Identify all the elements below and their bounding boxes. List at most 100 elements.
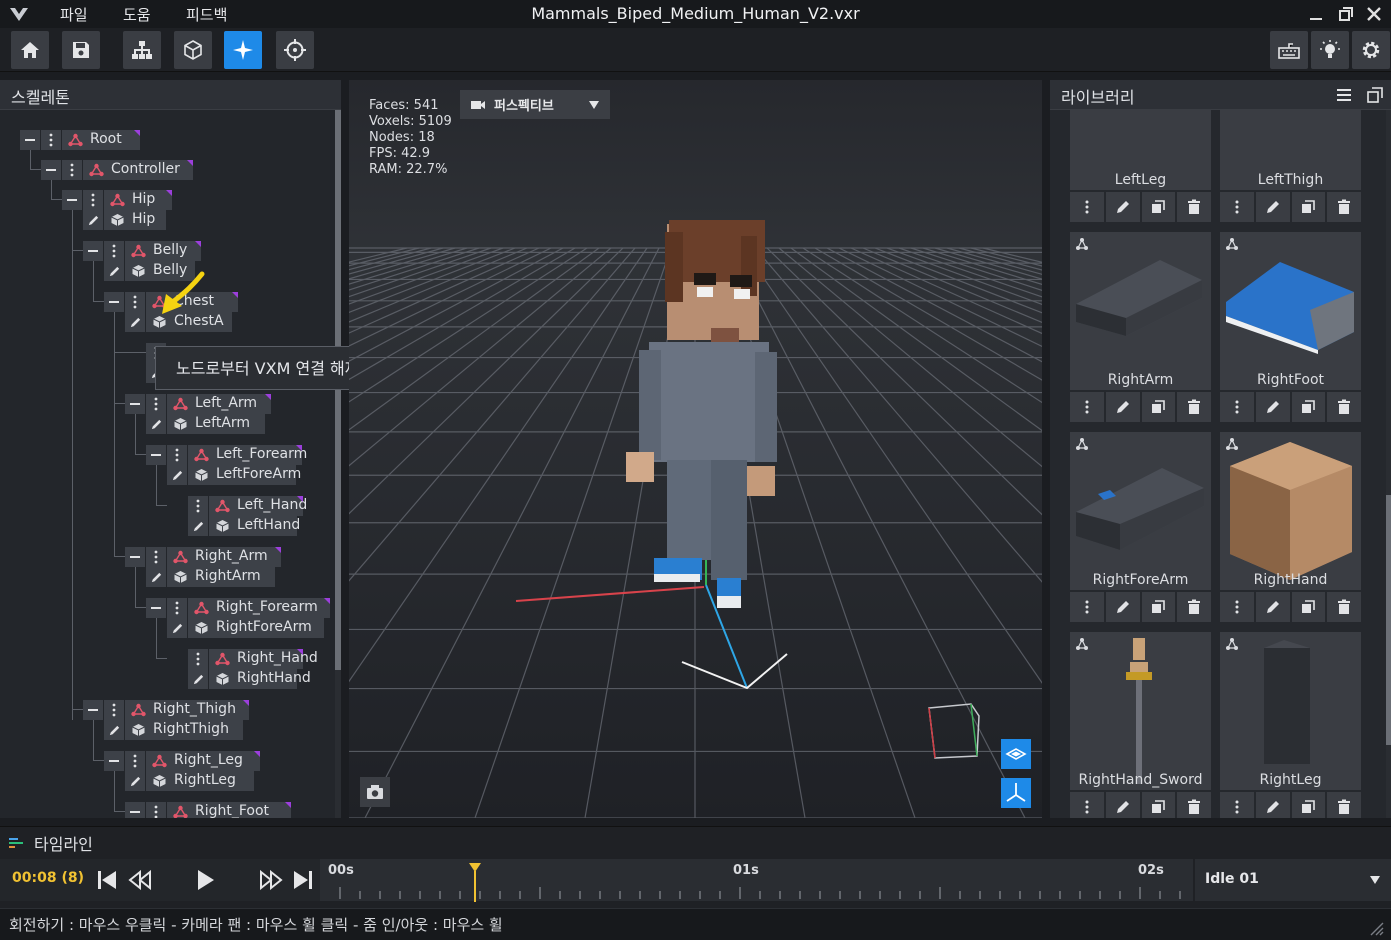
- library-scrollbar-thumb[interactable]: [1386, 495, 1391, 745]
- node-menu-button[interactable]: [104, 241, 124, 261]
- animation-select[interactable]: Idle 01: [1195, 859, 1391, 901]
- item-edit-button[interactable]: [1105, 792, 1140, 818]
- mesh-node[interactable]: Hip: [104, 210, 166, 230]
- node-menu-button[interactable]: [83, 190, 103, 210]
- node-menu-button[interactable]: [125, 292, 145, 312]
- item-menu-button[interactable]: [1220, 792, 1254, 818]
- item-menu-button[interactable]: [1070, 192, 1104, 222]
- library-item[interactable]: LeftLeg: [1070, 110, 1211, 222]
- light-button[interactable]: [1311, 31, 1349, 69]
- bone-node[interactable]: Controller: [83, 160, 193, 180]
- bone-node[interactable]: Left_Forearm: [188, 445, 307, 465]
- item-delete-button[interactable]: [1177, 192, 1211, 222]
- library-thumbnail[interactable]: LeftLeg: [1070, 110, 1211, 190]
- skeleton-scrollbar-thumb[interactable]: [335, 110, 341, 670]
- mesh-node[interactable]: LeftForeArm: [188, 465, 301, 485]
- node-menu-button[interactable]: [125, 751, 145, 771]
- item-duplicate-button[interactable]: [1291, 192, 1326, 222]
- camera-mode-select[interactable]: 퍼스펙티브: [460, 90, 610, 119]
- library-thumbnail[interactable]: RightHand: [1220, 432, 1361, 590]
- library-item[interactable]: RightHand_Sword: [1070, 632, 1211, 818]
- cube-button[interactable]: [174, 31, 212, 69]
- item-edit-button[interactable]: [1255, 392, 1290, 422]
- keyboard-button[interactable]: [1270, 31, 1308, 69]
- 3d-viewport[interactable]: Faces: 541 Voxels: 5109 Nodes: 18 FPS: 4…: [349, 80, 1042, 818]
- collapse-button[interactable]: [104, 292, 124, 312]
- edit-mesh-button[interactable]: [125, 771, 145, 791]
- item-menu-button[interactable]: [1070, 792, 1104, 818]
- bone-node[interactable]: Right_Foot: [167, 802, 291, 818]
- node-menu-button[interactable]: [62, 160, 82, 180]
- target-button[interactable]: [276, 31, 314, 69]
- collapse-button[interactable]: [83, 700, 103, 720]
- bone-node[interactable]: Right_Hand: [209, 649, 318, 669]
- item-delete-button[interactable]: [1327, 792, 1361, 818]
- node-menu-button[interactable]: [146, 802, 166, 818]
- library-item[interactable]: RightArm: [1070, 232, 1211, 422]
- item-duplicate-button[interactable]: [1291, 792, 1326, 818]
- edit-mesh-button[interactable]: [188, 516, 208, 536]
- collapse-button[interactable]: [41, 160, 61, 180]
- item-menu-button[interactable]: [1220, 192, 1254, 222]
- edit-mesh-button[interactable]: [146, 414, 166, 434]
- step-back-icon[interactable]: [127, 868, 153, 892]
- mesh-node[interactable]: RightForeArm: [188, 618, 324, 638]
- item-delete-button[interactable]: [1177, 792, 1211, 818]
- library-item[interactable]: RightLeg: [1220, 632, 1361, 818]
- item-edit-button[interactable]: [1105, 392, 1140, 422]
- edit-mesh-button[interactable]: [83, 210, 103, 230]
- library-scrollbar[interactable]: [1386, 110, 1391, 818]
- timeline-ruler[interactable]: 00s 01s 02s: [320, 859, 1193, 902]
- collapse-button[interactable]: [125, 394, 145, 414]
- play-icon[interactable]: [192, 867, 218, 893]
- playhead[interactable]: [468, 862, 482, 902]
- item-menu-button[interactable]: [1070, 392, 1104, 422]
- mesh-node[interactable]: RightHand: [209, 669, 311, 689]
- skip-end-icon[interactable]: [290, 868, 316, 892]
- step-forward-icon[interactable]: [258, 868, 284, 892]
- bone-node[interactable]: Right_Arm: [167, 547, 281, 567]
- minimize-icon[interactable]: [1305, 4, 1327, 24]
- node-menu-button[interactable]: [167, 445, 187, 465]
- collapse-button[interactable]: [146, 445, 166, 465]
- edit-mesh-button[interactable]: [104, 720, 124, 740]
- edit-mesh-button[interactable]: [104, 261, 124, 281]
- item-duplicate-button[interactable]: [1141, 592, 1176, 622]
- mesh-node[interactable]: RightLeg: [146, 771, 254, 791]
- sparkle-button[interactable]: [224, 31, 262, 69]
- item-menu-button[interactable]: [1220, 392, 1254, 422]
- bone-node[interactable]: Right_Forearm: [188, 598, 330, 618]
- collapse-button[interactable]: [146, 598, 166, 618]
- item-edit-button[interactable]: [1255, 792, 1290, 818]
- item-delete-button[interactable]: [1177, 592, 1211, 622]
- library-thumbnail[interactable]: RightFoot: [1220, 232, 1361, 390]
- bone-node[interactable]: Left_Arm: [167, 394, 271, 414]
- edit-mesh-button[interactable]: [125, 312, 145, 332]
- edit-mesh-button[interactable]: [146, 567, 166, 587]
- item-edit-button[interactable]: [1255, 592, 1290, 622]
- item-duplicate-button[interactable]: [1291, 392, 1326, 422]
- mesh-node[interactable]: LeftHand: [209, 516, 300, 536]
- bone-node[interactable]: Hip: [104, 190, 172, 210]
- skeleton-scrollbar[interactable]: [335, 110, 341, 818]
- restore-icon[interactable]: [1335, 4, 1357, 24]
- library-item[interactable]: RightFoot: [1220, 232, 1361, 422]
- item-delete-button[interactable]: [1327, 192, 1361, 222]
- library-item[interactable]: RightForeArm: [1070, 432, 1211, 622]
- library-thumbnail[interactable]: LeftThigh: [1220, 110, 1361, 190]
- item-menu-button[interactable]: [1070, 592, 1104, 622]
- mesh-node[interactable]: RightThigh: [125, 720, 243, 740]
- collapse-button[interactable]: [104, 751, 124, 771]
- item-edit-button[interactable]: [1105, 192, 1140, 222]
- library-thumbnail[interactable]: RightLeg: [1220, 632, 1361, 790]
- axis-toggle-button[interactable]: [1001, 778, 1031, 808]
- item-delete-button[interactable]: [1327, 392, 1361, 422]
- close-icon[interactable]: [1363, 4, 1385, 24]
- collapse-button[interactable]: [20, 130, 40, 150]
- item-duplicate-button[interactable]: [1141, 192, 1176, 222]
- item-delete-button[interactable]: [1177, 392, 1211, 422]
- item-duplicate-button[interactable]: [1141, 392, 1176, 422]
- screenshot-button[interactable]: [360, 777, 390, 807]
- menu-icon[interactable]: [1335, 86, 1353, 104]
- item-delete-button[interactable]: [1327, 592, 1361, 622]
